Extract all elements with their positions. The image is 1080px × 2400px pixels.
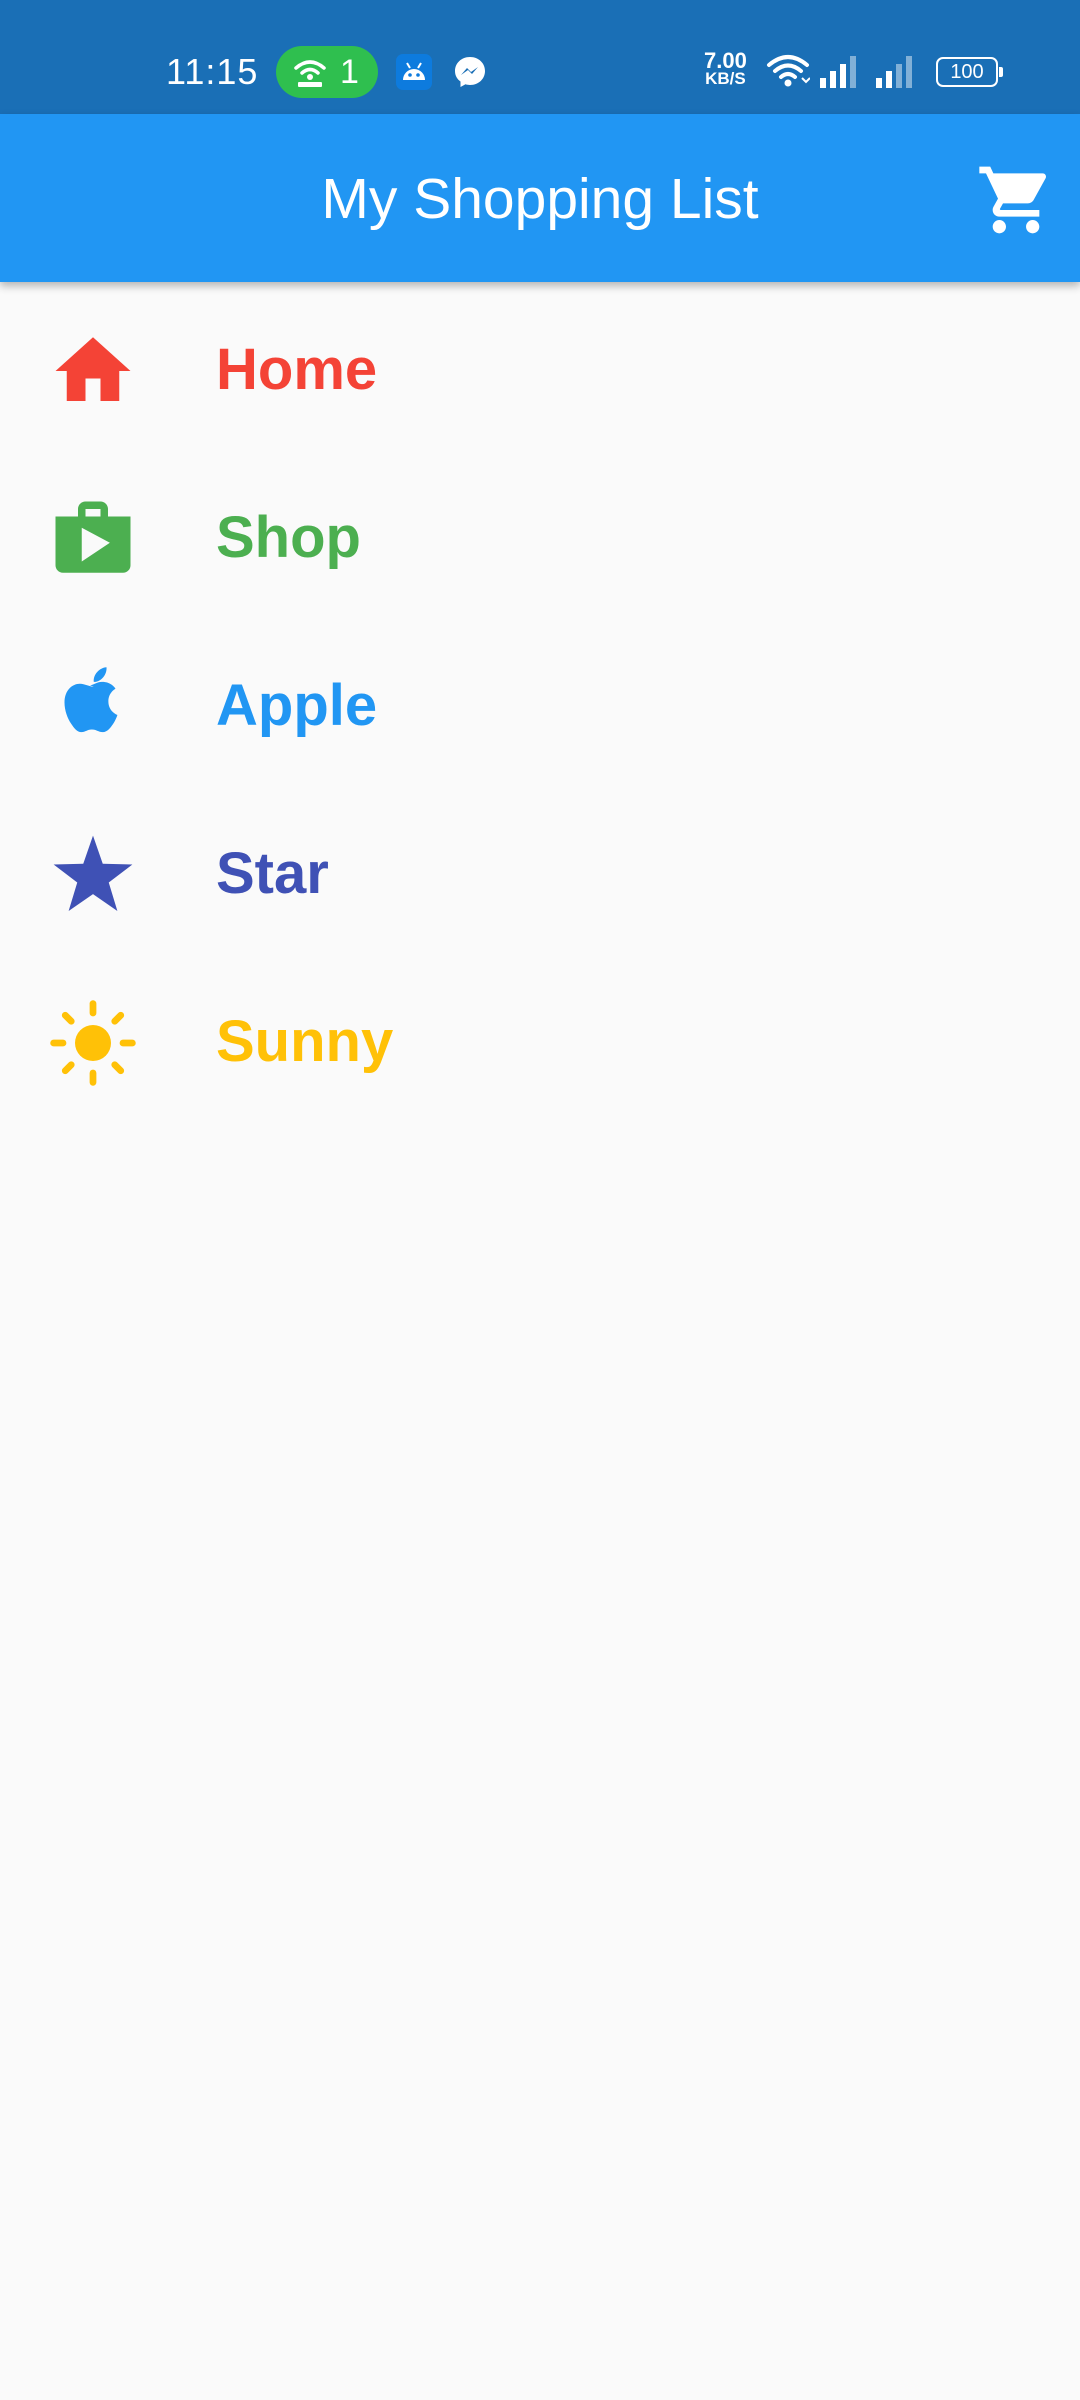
- signal-icon: [820, 56, 856, 88]
- list-item-star[interactable]: Star: [0, 786, 1080, 954]
- hotspot-icon: [294, 60, 326, 87]
- app-bar: My Shopping List: [0, 114, 1080, 282]
- network-speed-value: 7.00: [704, 48, 747, 73]
- apple-icon: [64, 667, 118, 733]
- list-item-sunny[interactable]: Sunny: [0, 954, 1080, 1122]
- android-icon: [396, 54, 432, 90]
- list-item-label: Star: [216, 841, 329, 906]
- list-item-apple[interactable]: Apple: [0, 618, 1080, 786]
- status-bar: 11:15 1 7.00 KB/S 100: [0, 0, 1080, 114]
- shopping-list: Home Shop Apple Star Sunny: [0, 282, 1080, 1122]
- list-item-label: Sunny: [216, 1009, 394, 1074]
- status-time: 11:15: [166, 51, 259, 92]
- signal-icon: [876, 56, 912, 88]
- battery-indicator: 100: [936, 57, 1003, 87]
- list-item-label: Shop: [216, 505, 361, 570]
- network-speed: 7.00 KB/S: [704, 48, 747, 88]
- list-item-label: Apple: [216, 673, 378, 738]
- star-icon: [53, 835, 133, 911]
- list-item-home[interactable]: Home: [0, 282, 1080, 450]
- hotspot-pill: 1: [276, 46, 378, 98]
- hotspot-count: 1: [340, 53, 359, 91]
- cart-button[interactable]: [976, 160, 1056, 240]
- list-item-label: Home: [216, 337, 378, 402]
- network-speed-unit: KB/S: [705, 69, 746, 88]
- shopping-cart-icon: [979, 166, 1047, 234]
- home-icon: [55, 337, 131, 401]
- messenger-icon: [455, 57, 485, 87]
- wifi-icon: [767, 55, 810, 87]
- sunny-icon: [50, 1000, 136, 1086]
- page-title: My Shopping List: [321, 167, 759, 231]
- list-item-shop[interactable]: Shop: [0, 450, 1080, 618]
- shop-icon: [55, 501, 131, 573]
